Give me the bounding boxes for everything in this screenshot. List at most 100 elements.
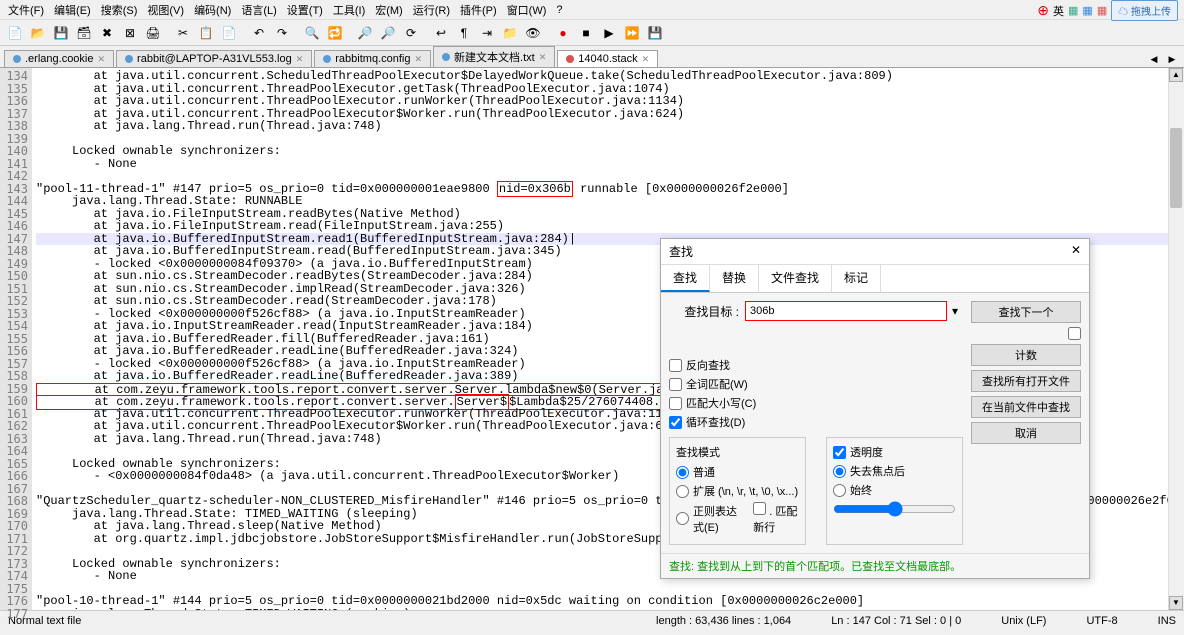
new-file-icon[interactable]: 📄	[4, 22, 26, 44]
undo-icon[interactable]: ↶	[248, 22, 270, 44]
cut-icon[interactable]: ✂	[172, 22, 194, 44]
find-target-input[interactable]	[745, 301, 947, 321]
status-encoding: UTF-8	[1086, 615, 1117, 627]
paste-icon[interactable]: 📄	[218, 22, 240, 44]
menu-view[interactable]: 视图(V)	[143, 0, 188, 20]
find-all-open-button[interactable]: 查找所有打开文件	[971, 370, 1081, 392]
find-icon[interactable]: 🔍	[301, 22, 323, 44]
dialog-title: 查找	[669, 243, 693, 260]
dialog-tab-mark[interactable]: 标记	[832, 265, 881, 292]
sync-icon[interactable]: ⟳	[400, 22, 422, 44]
reverse-search-checkbox[interactable]	[669, 359, 682, 372]
tab-14040-stack[interactable]: 14040.stack✕	[557, 50, 658, 67]
zoom-out-icon[interactable]: 🔎	[377, 22, 399, 44]
tab-rabbitmq-config[interactable]: rabbitmq.config✕	[314, 50, 431, 67]
close-all-icon[interactable]: ⊠	[119, 22, 141, 44]
copy-icon[interactable]: 📋	[195, 22, 217, 44]
tab-bar: .erlang.cookie✕ rabbit@LAPTOP-A31VL553.l…	[0, 46, 1184, 68]
folder-icon[interactable]: 📁	[499, 22, 521, 44]
menu-encoding[interactable]: 编码(N)	[190, 0, 235, 20]
dialog-title-bar[interactable]: 查找 ✕	[661, 239, 1089, 265]
menu-search[interactable]: 搜索(S)	[97, 0, 142, 20]
scroll-down-icon[interactable]: ▼	[1169, 596, 1183, 610]
mode-extended-radio[interactable]	[676, 485, 689, 498]
dot-newline-checkbox[interactable]	[753, 502, 766, 515]
find-next-button[interactable]: 查找下一个	[971, 301, 1081, 323]
tray-icon-2: ▦	[1082, 4, 1092, 17]
menu-settings[interactable]: 设置(T)	[283, 0, 327, 20]
wordwrap-icon[interactable]: ↩	[430, 22, 452, 44]
indent-icon[interactable]: ⇥	[476, 22, 498, 44]
mode-normal-radio[interactable]	[676, 466, 689, 479]
monitor-icon[interactable]: 👁	[522, 22, 544, 44]
close-tab-icon[interactable]: ✕	[296, 54, 304, 65]
find-target-label: 查找目标 :	[669, 303, 739, 320]
file-icon	[566, 55, 574, 63]
menu-run[interactable]: 运行(R)	[409, 0, 454, 20]
cloud-upload-button[interactable]: ☁ 拖拽上传	[1111, 0, 1178, 21]
wrap-around-checkbox[interactable]	[669, 416, 682, 429]
status-length: length : 63,436 lines : 1,064	[656, 615, 791, 627]
scroll-up-icon[interactable]: ▲	[1169, 68, 1183, 82]
dialog-tab-replace[interactable]: 替换	[710, 265, 759, 292]
file-icon	[13, 55, 21, 63]
save-macro-icon[interactable]: 💾	[644, 22, 666, 44]
save-icon[interactable]: 💾	[50, 22, 72, 44]
file-icon	[125, 55, 133, 63]
redo-icon[interactable]: ↷	[271, 22, 293, 44]
mode-regex-radio[interactable]	[676, 512, 689, 525]
dialog-tab-find[interactable]: 查找	[661, 265, 710, 292]
zoom-in-icon[interactable]: 🔎	[354, 22, 376, 44]
status-eol: Unix (LF)	[1001, 615, 1046, 627]
replace-icon[interactable]: 🔁	[324, 22, 346, 44]
tab-erlang-cookie[interactable]: .erlang.cookie✕	[4, 50, 114, 67]
scroll-tabs-right-icon[interactable]: ▶	[1164, 51, 1180, 67]
scroll-thumb[interactable]	[1170, 128, 1182, 208]
close-icon[interactable]: ✖	[96, 22, 118, 44]
scroll-tabs-left-icon[interactable]: ◀	[1146, 51, 1162, 67]
close-tab-icon[interactable]: ✕	[414, 54, 422, 65]
print-icon[interactable]: 🖨	[142, 22, 164, 44]
close-tab-icon[interactable]: ✕	[539, 52, 547, 63]
menu-plugins[interactable]: 插件(P)	[456, 0, 501, 20]
play-multi-icon[interactable]: ⏩	[621, 22, 643, 44]
menu-language[interactable]: 语言(L)	[237, 0, 280, 20]
file-icon	[323, 55, 331, 63]
close-tab-icon[interactable]: ✕	[98, 54, 106, 65]
menu-edit[interactable]: 编辑(E)	[50, 0, 95, 20]
transparency-slider[interactable]	[833, 501, 956, 517]
find-next-aux-checkbox[interactable]	[1068, 327, 1081, 340]
tab-new-txt[interactable]: 新建文本文档.txt✕	[433, 46, 555, 67]
line-number-gutter: 1341351361371381391401411421431441451461…	[0, 68, 32, 610]
close-tab-icon[interactable]: ✕	[642, 54, 650, 65]
trans-always-radio[interactable]	[833, 484, 846, 497]
menu-window[interactable]: 窗口(W)	[503, 0, 551, 20]
status-insert-mode: INS	[1158, 615, 1176, 627]
count-button[interactable]: 计数	[971, 344, 1081, 366]
transparency-checkbox[interactable]	[833, 446, 846, 459]
show-all-icon[interactable]: ¶	[453, 22, 475, 44]
whole-word-checkbox[interactable]	[669, 378, 682, 391]
open-file-icon[interactable]: 📂	[27, 22, 49, 44]
find-all-current-button[interactable]: 在当前文件中查找	[971, 396, 1081, 418]
trans-on-lose-focus-radio[interactable]	[833, 465, 846, 478]
status-bar: Normal text file length : 63,436 lines :…	[0, 610, 1184, 630]
tray-icon-1: ▦	[1068, 4, 1078, 17]
dialog-tab-find-in-files[interactable]: 文件查找	[759, 265, 832, 292]
play-macro-icon[interactable]: ▶	[598, 22, 620, 44]
dialog-status-message: 查找: 查找到从上到下的首个匹配项。已查找至文档最底部。	[661, 553, 1089, 578]
stop-macro-icon[interactable]: ■	[575, 22, 597, 44]
dialog-close-icon[interactable]: ✕	[1071, 243, 1081, 260]
vertical-scrollbar[interactable]: ▲ ▼	[1168, 68, 1184, 610]
menu-help[interactable]: ?	[552, 2, 566, 18]
menu-file[interactable]: 文件(F)	[4, 0, 48, 20]
record-macro-icon[interactable]: ●	[552, 22, 574, 44]
toolbar: 📄 📂 💾 🗃 ✖ ⊠ 🖨 ✂ 📋 📄 ↶ ↷ 🔍 🔁 🔎 🔎 ⟳ ↩ ¶ ⇥ …	[0, 20, 1184, 46]
menu-macro[interactable]: 宏(M)	[371, 0, 407, 20]
dropdown-icon[interactable]: ▾	[947, 304, 963, 318]
save-all-icon[interactable]: 🗃	[73, 22, 95, 44]
menu-tools[interactable]: 工具(I)	[329, 0, 369, 20]
cancel-button[interactable]: 取消	[971, 422, 1081, 444]
match-case-checkbox[interactable]	[669, 397, 682, 410]
tab-rabbit-log[interactable]: rabbit@LAPTOP-A31VL553.log✕	[116, 50, 312, 67]
